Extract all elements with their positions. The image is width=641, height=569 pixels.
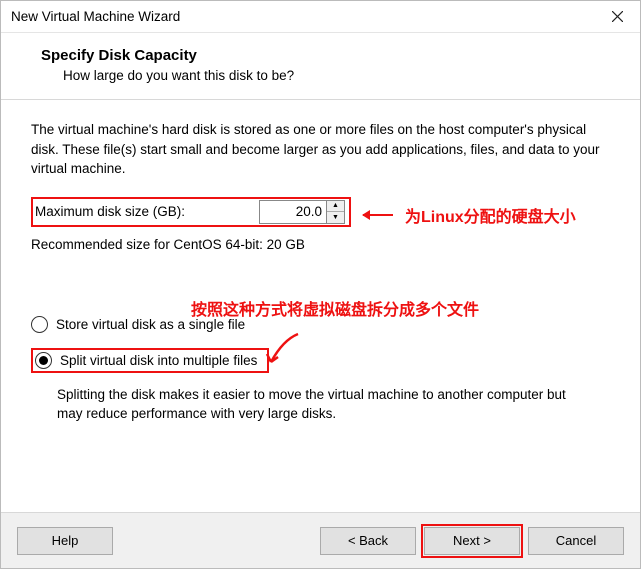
disk-size-input[interactable]	[259, 200, 327, 224]
arrow-icon	[363, 214, 393, 216]
back-button[interactable]: < Back	[320, 527, 416, 555]
max-disk-size-row: Maximum disk size (GB): ▲ ▼ 为Linux分配的硬盘大…	[31, 197, 351, 227]
window-title: New Virtual Machine Wizard	[11, 9, 180, 24]
radio-split-files-label: Split virtual disk into multiple files	[60, 353, 257, 368]
help-button[interactable]: Help	[17, 527, 113, 555]
annotation-size-arrow: 为Linux分配的硬盘大小	[363, 203, 576, 227]
close-icon	[612, 11, 623, 22]
split-description: Splitting the disk makes it easier to mo…	[31, 385, 591, 424]
description-text: The virtual machine's hard disk is store…	[31, 120, 610, 179]
wizard-header: Specify Disk Capacity How large do you w…	[1, 33, 640, 100]
annotation-split-text: 按照这种方式将虚拟磁盘拆分成多个文件	[191, 296, 479, 320]
spinner-up[interactable]: ▲	[327, 201, 344, 213]
radio-single-file[interactable]	[31, 316, 48, 333]
annotation-size-text: 为Linux分配的硬盘大小	[405, 203, 576, 227]
wizard-body: The virtual machine's hard disk is store…	[1, 100, 640, 434]
page-title: Specify Disk Capacity	[41, 47, 600, 64]
spinner-buttons: ▲ ▼	[327, 200, 345, 224]
spinner-down[interactable]: ▼	[327, 212, 344, 223]
next-button[interactable]: Next >	[424, 527, 520, 555]
page-subtitle: How large do you want this disk to be?	[41, 68, 600, 83]
close-button[interactable]	[594, 1, 640, 32]
max-disk-size-label: Maximum disk size (GB):	[35, 204, 185, 219]
wizard-footer: Help < Back Next > Cancel	[1, 512, 640, 568]
annotation-arrow-icon	[263, 332, 303, 372]
radio-split-files[interactable]	[35, 352, 52, 369]
disk-size-spinner: ▲ ▼	[259, 200, 345, 224]
cancel-button[interactable]: Cancel	[528, 527, 624, 555]
radio-split-files-row[interactable]: Split virtual disk into multiple files	[31, 348, 269, 373]
title-bar: New Virtual Machine Wizard	[1, 1, 640, 33]
recommended-size-text: Recommended size for CentOS 64-bit: 20 G…	[31, 237, 610, 252]
